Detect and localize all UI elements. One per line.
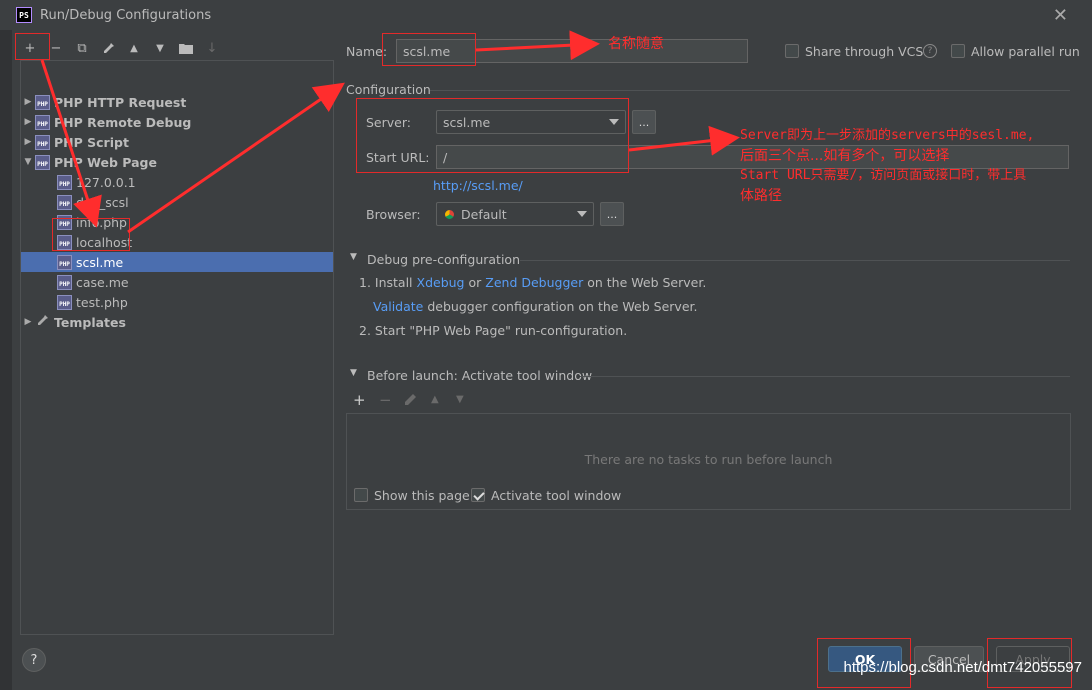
install-step: 1. Install Xdebug or Zend Debugger on th… [359,275,707,290]
expand-arrow-icon[interactable]: ▶ [21,137,35,147]
background-editor-strip [0,30,12,690]
move-task-down-icon[interactable]: ▼ [456,394,464,405]
config-toolbar: + − ⧉ ▲ ▼ ↓ [22,38,220,58]
php-icon: PHP [35,94,50,110]
collapse-arrow-icon[interactable]: ▼ [21,157,35,167]
edit-task-icon[interactable] [404,393,417,409]
name-label: Name: [346,44,388,59]
annotation-server-note-4: 体路径 [740,188,782,204]
tree-child-scsl-me[interactable]: PHP scsl.me [21,252,333,272]
chevron-down-icon [577,211,587,217]
move-up-icon[interactable]: ▲ [126,40,142,56]
tree-child-test-php[interactable]: PHP test.php [21,292,333,312]
start-step: 2. Start "PHP Web Page" run-configuratio… [359,323,628,338]
url-preview-link[interactable]: http://scsl.me/ [433,178,523,193]
collapse-arrow-icon[interactable]: ▼ [350,252,357,262]
config-tree: ▶ PHP PHP HTTP Request ▶ PHP PHP Remote … [20,60,334,635]
annotation-box-add [15,33,50,60]
php-icon: PHP [35,154,50,170]
configuration-heading: Configuration [346,82,431,97]
new-folder-icon[interactable] [178,40,194,56]
chrome-icon [443,208,456,221]
tree-item-php-script[interactable]: ▶ PHP PHP Script [21,132,333,152]
allow-parallel-checkbox[interactable] [951,44,965,58]
add-task-icon[interactable]: + [353,391,366,409]
share-vcs-checkbox[interactable] [785,44,799,58]
tree-child-127-0-0-1[interactable]: PHP 127.0.0.1 [21,172,333,192]
tree-child-case-me[interactable]: PHP case.me [21,272,333,292]
before-launch-heading: Before launch: Activate tool window [367,368,593,383]
show-page-checkbox[interactable] [354,488,368,502]
remove-config-icon[interactable]: − [48,40,64,56]
help-button[interactable]: ? [22,648,46,672]
browser-select[interactable]: Default [436,202,594,226]
tree-item-php-http-request[interactable]: ▶ PHP PHP HTTP Request [21,92,333,112]
php-icon: PHP [35,114,50,130]
php-icon: PHP [57,254,72,270]
collapse-arrow-icon[interactable]: ▼ [350,368,357,378]
share-vcs-label: Share through VCS [805,44,924,59]
validate-link[interactable]: Validate [373,299,423,314]
phpstorm-logo-icon: PS [16,7,32,23]
validate-step: Validate debugger configuration on the W… [373,299,698,314]
annotation-name-note: 名称随意 [608,36,664,52]
annotation-box-scsl [52,218,130,251]
zend-debugger-link[interactable]: Zend Debugger [485,275,583,290]
annotation-server-note-1: Server即为上一步添加的servers中的sesl.me, [740,128,1035,143]
expand-arrow-icon[interactable]: ▶ [21,97,35,107]
expand-arrow-icon[interactable]: ▶ [21,317,35,327]
help-question-icon[interactable]: ? [923,44,937,58]
section-divider [430,90,1070,91]
tree-item-php-web-page[interactable]: ▼ PHP PHP Web Page [21,152,333,172]
close-icon[interactable]: ✕ [1053,5,1068,26]
php-icon: PHP [35,134,50,150]
annotation-box-server [356,98,629,173]
empty-tasks-text: There are no tasks to run before launch [584,452,833,467]
php-icon: PHP [57,194,72,210]
php-icon: PHP [57,294,72,310]
tree-child-dev-scsl[interactable]: PHP dev_scsl [21,192,333,212]
edit-defaults-icon[interactable] [100,40,116,56]
annotation-server-note-3: Start URL只需要/，访问页面或接口时，带上具 [740,168,1027,183]
browser-more-button[interactable]: ... [600,202,624,226]
allow-parallel-label: Allow parallel run [971,44,1080,59]
annotation-box-name [382,33,476,66]
copy-config-icon[interactable]: ⧉ [74,40,90,56]
wrench-icon [35,314,50,330]
server-more-button[interactable]: ... [632,110,656,134]
move-task-up-icon[interactable]: ▲ [431,394,439,405]
section-divider [580,376,1070,377]
remove-task-icon[interactable]: − [379,391,392,409]
activate-tool-checkbox[interactable] [471,488,485,502]
activate-tool-label: Activate tool window [491,488,622,503]
tree-item-php-remote-debug[interactable]: ▶ PHP PHP Remote Debug [21,112,333,132]
show-page-label: Show this page [374,488,470,503]
move-down-icon[interactable]: ▼ [152,40,168,56]
xdebug-link[interactable]: Xdebug [417,275,465,290]
window-title: Run/Debug Configurations [40,7,212,23]
php-icon: PHP [57,174,72,190]
watermark: https://blog.csdn.net/dmt742055597 [843,659,1082,676]
sort-icon[interactable]: ↓ [204,40,220,56]
title-bar: PS Run/Debug Configurations ✕ [0,0,1092,30]
browser-label: Browser: [366,207,421,222]
annotation-server-note-2: 后面三个点...如有多个，可以选择 [740,148,950,164]
expand-arrow-icon[interactable]: ▶ [21,117,35,127]
php-icon: PHP [57,274,72,290]
section-divider [520,260,1070,261]
debug-preconfig-heading: Debug pre-configuration [367,252,520,267]
tree-item-templates[interactable]: ▶ Templates [21,312,333,332]
